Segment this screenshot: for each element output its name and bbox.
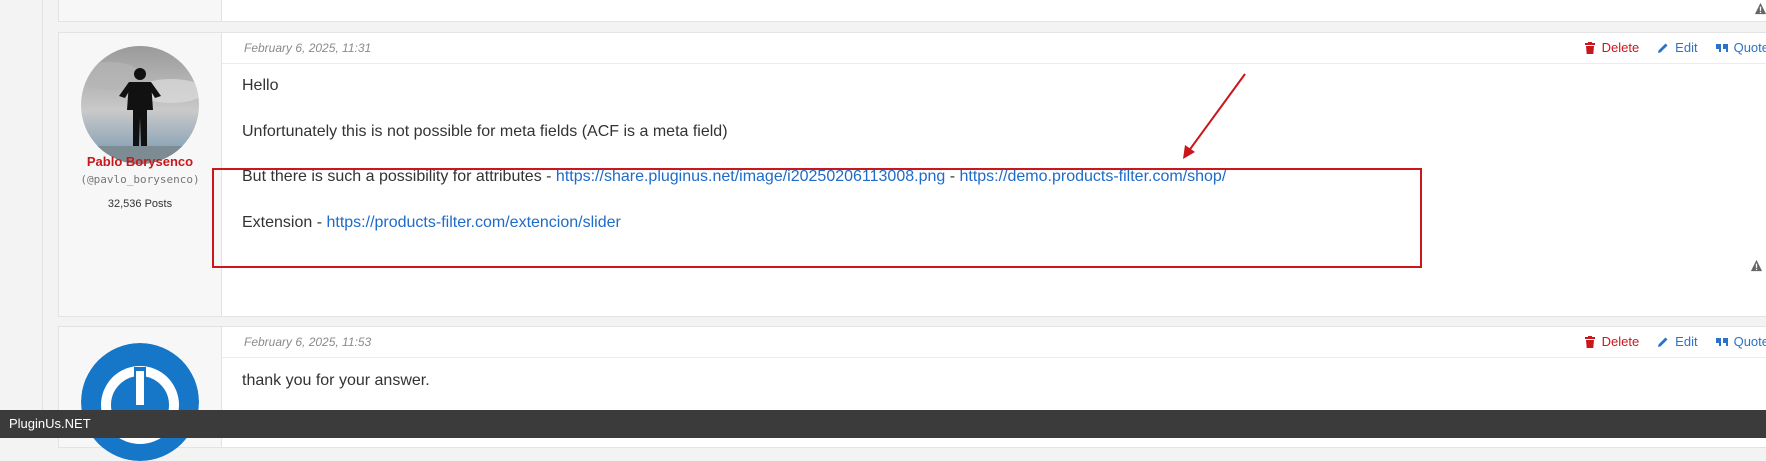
post-line-1: Unfortunately this is not possible for m… bbox=[242, 123, 728, 140]
avatar bbox=[81, 343, 199, 461]
avatar bbox=[81, 46, 199, 164]
previous-reply bbox=[58, 0, 1766, 22]
edit-button[interactable]: Edit bbox=[1657, 40, 1698, 55]
quote-button[interactable]: Quote bbox=[1715, 40, 1766, 55]
warning-icon[interactable] bbox=[1750, 259, 1763, 272]
previous-reply-author-cell bbox=[59, 0, 222, 21]
reply-header: February 6, 2025, 11:53 Delete Edit Quot… bbox=[222, 327, 1766, 358]
post-line-1: thank you for your answer. bbox=[242, 372, 430, 389]
annotation-highlight-box bbox=[212, 168, 1422, 268]
status-bar: PluginUs.NET bbox=[0, 410, 1766, 438]
edit-label: Edit bbox=[1675, 40, 1698, 55]
author-cell: Pablo Borysenco (@pavlo_borysenco) 32,53… bbox=[59, 33, 222, 316]
trash-icon bbox=[1584, 335, 1595, 348]
author-name[interactable]: Pablo Borysenco bbox=[59, 154, 221, 169]
quote-label: Quote bbox=[1733, 334, 1766, 349]
edit-label: Edit bbox=[1675, 334, 1698, 349]
pencil-icon bbox=[1658, 43, 1668, 53]
warning-icon[interactable] bbox=[1754, 2, 1766, 15]
quote-icon bbox=[1715, 43, 1728, 52]
reply-header: February 6, 2025, 11:31 Delete Edit Quot… bbox=[222, 33, 1766, 64]
author-handle: (@pavlo_borysenco) bbox=[80, 173, 200, 186]
delete-label: Delete bbox=[1601, 334, 1640, 349]
reply-actions: Delete Edit Quote bbox=[1584, 334, 1766, 349]
trash-icon bbox=[1584, 41, 1595, 54]
left-gutter bbox=[0, 0, 43, 410]
post-date: February 6, 2025, 11:31 bbox=[244, 41, 372, 55]
post-greeting: Hello bbox=[242, 77, 279, 94]
reply-actions: Delete Edit Quote bbox=[1584, 40, 1766, 55]
delete-button[interactable]: Delete bbox=[1584, 334, 1640, 349]
author-post-count: 32,536 Posts bbox=[107, 198, 173, 210]
delete-label: Delete bbox=[1601, 40, 1640, 55]
delete-button[interactable]: Delete bbox=[1584, 40, 1640, 55]
post-date: February 6, 2025, 11:53 bbox=[244, 335, 372, 349]
status-bar-text: PluginUs.NET bbox=[9, 416, 91, 431]
forum-thread: Pablo Borysenco (@pavlo_borysenco) 32,53… bbox=[58, 0, 1766, 461]
annotation-arrow bbox=[1183, 73, 1246, 159]
pencil-icon bbox=[1658, 337, 1668, 347]
edit-button[interactable]: Edit bbox=[1657, 334, 1698, 349]
quote-label: Quote bbox=[1733, 40, 1766, 55]
quote-icon bbox=[1715, 337, 1728, 346]
quote-button[interactable]: Quote bbox=[1715, 334, 1766, 349]
